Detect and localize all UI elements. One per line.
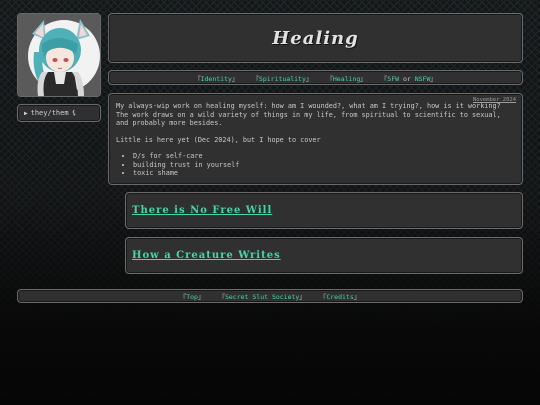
card-no-free-will: There is No Free Will xyxy=(125,192,523,229)
nav-item-healing[interactable]: 『Healing』 xyxy=(326,73,366,83)
nav-item-spirituality[interactable]: 『Spirituality』 xyxy=(252,73,312,83)
card-link-no-free-will[interactable]: There is No Free Will xyxy=(132,205,272,216)
top-nav: 『Identity』 『Spirituality』 『Healing』 『SFW… xyxy=(108,70,523,85)
nav-link-identity[interactable]: Identity xyxy=(201,75,232,83)
footer-link-secret-slut-society[interactable]: Secret Slut Society xyxy=(225,293,299,301)
nav-link-healing[interactable]: Healing xyxy=(333,75,360,83)
pronoun-toggle[interactable]: ▶ they/them ⚸ xyxy=(17,104,101,122)
title-banner: Healing xyxy=(108,13,523,63)
nav-link-nsfw[interactable]: NSFW xyxy=(415,75,431,83)
nav-link-spirituality[interactable]: Spirituality xyxy=(259,75,306,83)
pronouns-label: they/them xyxy=(30,109,69,117)
avatar-frame xyxy=(17,13,101,97)
page-title: Healing xyxy=(272,27,359,49)
topic-list: D/s for self-care building trust in your… xyxy=(116,152,515,178)
disclosure-triangle-icon: ▶ xyxy=(24,109,28,117)
footer-item-top[interactable]: 『Top』 xyxy=(180,291,205,301)
date-link[interactable]: November 2024 xyxy=(473,96,516,105)
avatar xyxy=(18,14,100,96)
intro-paragraph: My always-wip work on healing myself: ho… xyxy=(116,102,501,127)
footer-nav: 『Top』 『Secret Slut Society』 『Credits』 xyxy=(17,289,523,303)
footer-item-credits[interactable]: 『Credits』 xyxy=(320,291,360,301)
nav-link-sfw[interactable]: SFW xyxy=(387,75,399,83)
intro-panel: November 2024 My always-wip work on heal… xyxy=(108,93,523,185)
card-link-how-a-creature-writes[interactable]: How a Creature Writes xyxy=(132,250,281,261)
list-item: building trust in yourself xyxy=(133,161,515,170)
footer-item-secret-slut-society[interactable]: 『Secret Slut Society』 xyxy=(218,291,305,301)
nav-item-identity[interactable]: 『Identity』 xyxy=(194,73,238,83)
list-item: D/s for self-care xyxy=(133,152,515,161)
footer-link-credits[interactable]: Credits xyxy=(326,293,353,301)
nav-separator-or: or xyxy=(402,74,411,83)
status-paragraph: Little is here yet (Dec 2024), but I hop… xyxy=(116,135,321,144)
list-item: toxic shame xyxy=(133,169,515,178)
footer-link-top[interactable]: Top xyxy=(186,293,198,301)
card-how-a-creature-writes: How a Creature Writes xyxy=(125,237,523,274)
pronoun-symbol-icon: ⚸ xyxy=(71,109,77,117)
nav-item-sfw-nsfw[interactable]: 『SFW or NSFW』 xyxy=(381,73,437,83)
